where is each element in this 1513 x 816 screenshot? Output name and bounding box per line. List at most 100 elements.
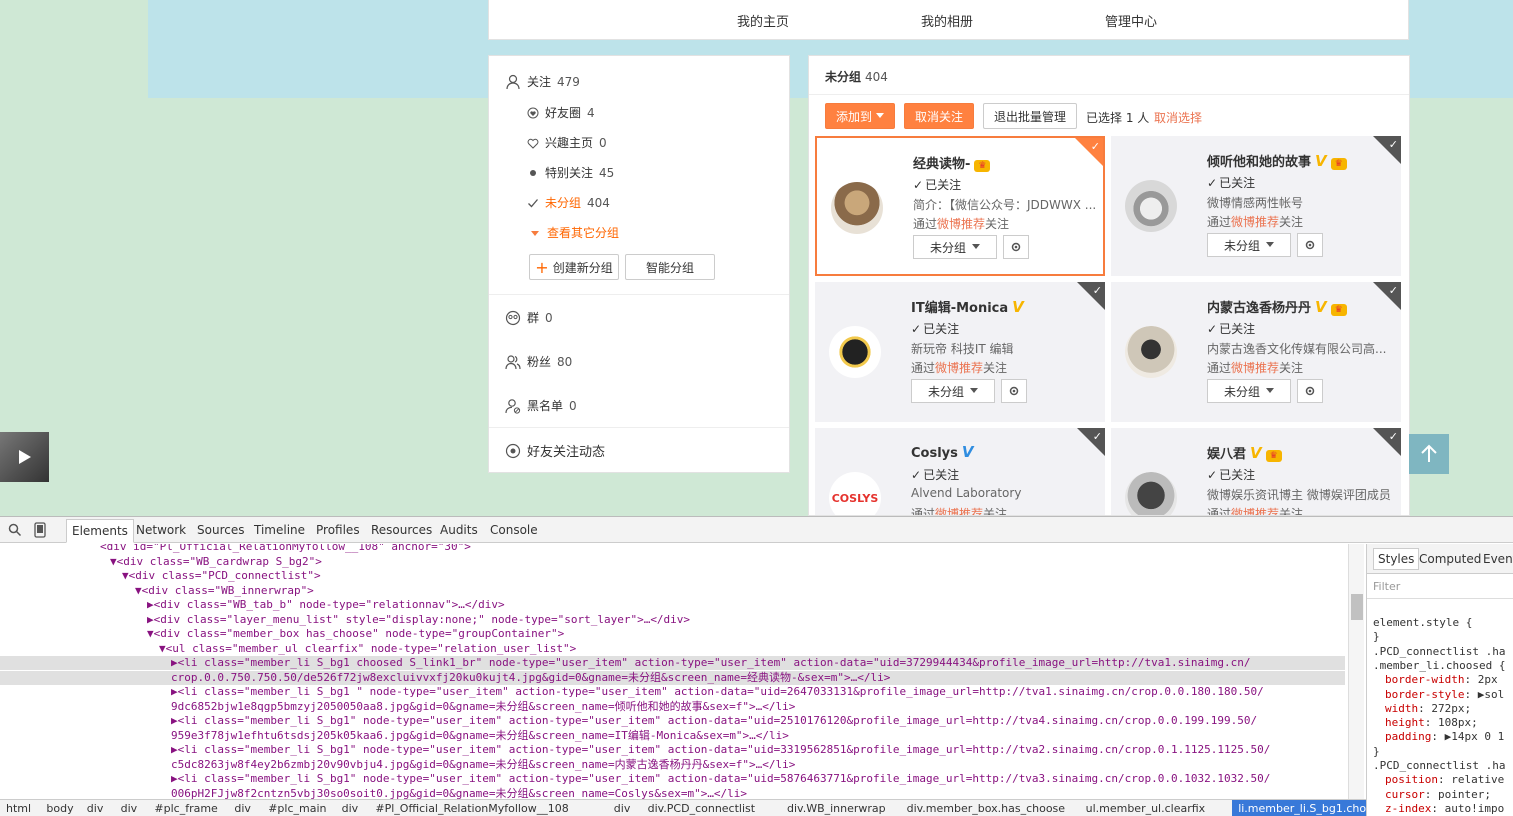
sidebar-item-fans[interactable]: 粉丝 80 xyxy=(505,353,572,370)
avatar[interactable]: COSLYS xyxy=(829,472,881,515)
style-value[interactable]: 272px; xyxy=(1431,702,1471,715)
sidebar-item-interest[interactable]: 兴趣主页 0 xyxy=(527,134,607,151)
breadcrumb-item[interactable]: div.member_box.has_choose xyxy=(907,802,1065,815)
style-property[interactable]: border-width xyxy=(1385,673,1464,686)
breadcrumb-item[interactable]: div xyxy=(614,802,631,815)
devtools-tab-elements[interactable]: Elements xyxy=(66,519,134,543)
style-value[interactable]: ▶sol xyxy=(1478,688,1505,701)
sidebar-item-follow[interactable]: 关注 479 xyxy=(505,73,580,90)
devtools-tab-timeline[interactable]: Timeline xyxy=(254,523,305,537)
style-property[interactable]: cursor xyxy=(1385,788,1425,801)
member-name[interactable]: 倾听他和她的故事 xyxy=(1207,155,1311,170)
member-card[interactable]: ✓ IT编辑-Monica V ✓ 已关注 新玩帝 科技IT 编辑 通过微博推荐关注 未分组 xyxy=(815,282,1105,422)
scrollbar-thumb[interactable] xyxy=(1351,594,1363,620)
member-card[interactable]: ✓ COSLYS Coslys V ✓ 已关注 Alvend Laboratory 通过微博推… xyxy=(815,428,1105,515)
breadcrumb-item[interactable]: div xyxy=(342,802,359,815)
breadcrumb-item[interactable]: #Pl_Official_RelationMyfollow__108 xyxy=(375,802,568,815)
dom-node-line[interactable]: 006pH2FJjw8f2cntzn5vbj30so0soit0.jpg&gid… xyxy=(0,787,1345,801)
smart-group-button[interactable]: 智能分组 xyxy=(625,254,715,280)
dom-node-line[interactable]: ▶<div class="layer_menu_list" style="dis… xyxy=(0,613,1345,627)
unfollow-button[interactable]: 取消关注 xyxy=(904,103,974,129)
dom-node-line[interactable]: 9dc6852bjw1e8qgp5bmzyj2050050aa8.jpg&gid… xyxy=(0,700,1345,714)
dom-node-line[interactable]: 959e3f78jw1efhtu6tsdsj205k05kaa6.jpg&gid… xyxy=(0,729,1345,743)
style-property[interactable]: border-style xyxy=(1385,688,1464,701)
devtools-tab-profiles[interactable]: Profiles xyxy=(316,523,360,537)
sidebar-item-ungrouped[interactable]: 未分组 404 xyxy=(527,194,610,211)
via-link[interactable]: 微博推荐 xyxy=(935,507,983,515)
dom-node-line[interactable]: ▶<li class="member_li S_bg1" node-type="… xyxy=(0,714,1345,728)
style-value[interactable]: auto!impo xyxy=(1445,802,1505,815)
breadcrumb-item[interactable]: div xyxy=(121,802,138,815)
member-name[interactable]: 经典读物- xyxy=(913,157,970,172)
style-value[interactable]: ▶14px 0 1 xyxy=(1445,730,1505,743)
dom-node-line[interactable]: ▼<div class="WB_innerwrap"> xyxy=(0,584,1345,598)
via-link[interactable]: 微博推荐 xyxy=(937,217,985,231)
dom-node-line[interactable]: ▶<li class="member_li S_bg1 choosed S_li… xyxy=(0,656,1345,670)
breadcrumb-item[interactable]: #plc_frame xyxy=(154,802,217,815)
dom-node-line[interactable]: <div id="Pl_Official_RelationMyfollow__1… xyxy=(0,544,1345,554)
styles-tab-styles[interactable]: Styles xyxy=(1373,548,1420,570)
via-link[interactable]: 微博推荐 xyxy=(935,361,983,375)
member-name[interactable]: 内蒙古逸香杨丹丹 xyxy=(1207,301,1311,316)
avatar[interactable] xyxy=(831,182,883,234)
sidebar-item-groups[interactable]: 群 0 xyxy=(505,309,553,326)
via-link[interactable]: 微博推荐 xyxy=(1231,361,1279,375)
sidebar-more-groups[interactable]: 查看其它分组 xyxy=(529,224,619,241)
sidebar-item-special[interactable]: 特别关注 45 xyxy=(527,164,614,181)
style-property[interactable]: padding xyxy=(1385,730,1431,743)
breadcrumb-item[interactable]: div.WB_innerwrap xyxy=(787,802,886,815)
styles-tab-computed[interactable]: Computed xyxy=(1419,552,1481,566)
style-value[interactable]: 108px; xyxy=(1438,716,1478,729)
nav-admin[interactable]: 管理中心 xyxy=(1105,11,1157,30)
style-property[interactable]: z-index xyxy=(1385,802,1431,815)
devtools-tab-sources[interactable]: Sources xyxy=(197,523,244,537)
breadcrumb-item[interactable]: body xyxy=(46,802,73,815)
member-card[interactable]: ✓ 倾听他和她的故事 V ♛ ✓ 已关注 微博情感两性帐号 通过微博推荐关注 未分组 xyxy=(1111,136,1401,276)
device-mode-icon[interactable] xyxy=(34,522,46,538)
avatar[interactable] xyxy=(1125,472,1177,515)
group-select[interactable]: 未分组 xyxy=(913,235,997,259)
style-property[interactable]: height xyxy=(1385,716,1425,729)
group-select[interactable]: 未分组 xyxy=(1207,233,1291,257)
sidebar-item-friends[interactable]: 好友圈 4 xyxy=(527,104,595,121)
style-value[interactable]: pointer; xyxy=(1438,788,1491,801)
breadcrumb-item[interactable]: div xyxy=(87,802,104,815)
member-name[interactable]: Coslys xyxy=(911,446,958,461)
dom-node-line[interactable]: ▶<li class="member_li S_bg1 " node-type=… xyxy=(0,685,1345,699)
style-value[interactable]: 2px xyxy=(1478,673,1498,686)
dom-scrollbar[interactable] xyxy=(1348,544,1364,800)
member-card[interactable]: ✓ 经典读物- ♛ ✓ 已关注 简介：【微信公众号：JDDWWX ... 通过微博推荐关注未… xyxy=(815,136,1105,276)
dom-node-line[interactable]: crop.0.0.750.750.50/de526f72jw8excluivvx… xyxy=(0,670,1345,685)
breadcrumb-item[interactable]: #plc_main xyxy=(268,802,326,815)
avatar[interactable] xyxy=(1125,326,1177,378)
dom-node-line[interactable]: c5dc8263jw8f4ey2b6zmbj20v90vbju4.jpg&gid… xyxy=(0,758,1345,772)
sidebar-item-blacklist[interactable]: 黑名单 0 xyxy=(505,397,577,414)
add-to-button[interactable]: 添加到 xyxy=(825,103,895,129)
exit-batch-button[interactable]: 退出批量管理 xyxy=(983,103,1077,129)
cancel-select-link[interactable]: 取消选择 xyxy=(1154,109,1202,126)
nav-album[interactable]: 我的相册 xyxy=(921,11,973,30)
breadcrumb-item[interactable]: div xyxy=(234,802,251,815)
breadcrumb-item[interactable]: html xyxy=(6,802,31,815)
media-player-button[interactable] xyxy=(0,432,49,482)
back-to-top-button[interactable] xyxy=(1409,434,1449,474)
via-link[interactable]: 微博推荐 xyxy=(1231,215,1279,229)
dom-node-line[interactable]: ▶<li class="member_li S_bg1" node-type="… xyxy=(0,743,1345,757)
style-property[interactable]: position xyxy=(1385,773,1438,786)
dom-node-line[interactable]: ▼<div class="member_box has_choose" node… xyxy=(0,627,1345,641)
settings-button[interactable] xyxy=(1297,233,1323,257)
breadcrumb-item[interactable]: div.PCD_connectlist xyxy=(648,802,755,815)
group-select[interactable]: 未分组 xyxy=(911,379,995,403)
via-link[interactable]: 微博推荐 xyxy=(1231,507,1279,515)
sidebar-friend-feed[interactable]: 好友关注动态 xyxy=(505,441,605,460)
avatar[interactable] xyxy=(1125,180,1177,232)
devtools-tab-console[interactable]: Console xyxy=(490,523,538,537)
dom-node-line[interactable]: ▼<ul class="member_ul clearfix" node-typ… xyxy=(0,642,1345,656)
devtools-tab-audits[interactable]: Audits xyxy=(440,523,478,537)
inspect-search-icon[interactable] xyxy=(8,523,22,537)
dom-node-line[interactable]: ▼<div class="WB_cardwrap S_bg2"> xyxy=(0,555,1345,569)
member-card[interactable]: ✓娱八君V♛✓已关注微博娱乐资讯博主 微博娱评团成员通过微博推荐关注未分组 xyxy=(1111,428,1401,515)
member-card[interactable]: ✓ 内蒙古逸香杨丹丹 V ♛ ✓ 已关注 内蒙古逸香文化传媒有限公司高... 通过微博推荐关注… xyxy=(1111,282,1401,422)
avatar[interactable] xyxy=(829,326,881,378)
styles-filter-input[interactable]: Filter xyxy=(1373,580,1400,593)
